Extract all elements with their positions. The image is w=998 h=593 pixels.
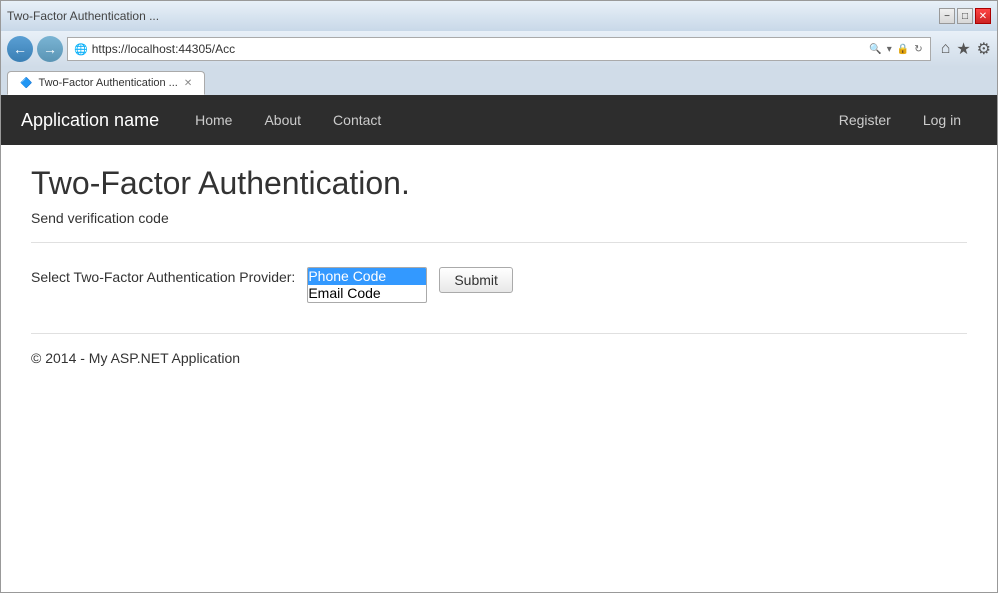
close-button[interactable]: ✕ xyxy=(975,8,991,24)
maximize-button[interactable]: □ xyxy=(957,8,973,24)
nav-contact[interactable]: Contact xyxy=(317,95,397,145)
nav-right: Register Log in xyxy=(823,95,977,145)
app-brand[interactable]: Application name xyxy=(21,110,159,131)
dropdown-icon[interactable]: ▾ xyxy=(886,43,893,56)
provider-option-email[interactable]: Email Code xyxy=(308,285,426,302)
home-button[interactable]: ⌂ xyxy=(941,40,951,58)
tab-close-button[interactable]: ✕ xyxy=(184,78,192,89)
nav-links: Home About Contact xyxy=(179,95,823,145)
refresh-icon[interactable]: ↻ xyxy=(913,43,923,56)
title-bar: Two-Factor Authentication ... − □ ✕ xyxy=(1,1,997,31)
tab-label: Two-Factor Authentication ... xyxy=(38,77,177,89)
divider-bottom xyxy=(31,333,967,334)
favorites-button[interactable]: ★ xyxy=(956,39,970,59)
provider-select[interactable]: Phone Code Email Code xyxy=(307,267,427,303)
page-title: Two-Factor Authentication. xyxy=(31,165,967,202)
address-bar[interactable]: 🌐 https://localhost:44305/Acc 🔍 ▾ 🔒 ↻ xyxy=(67,37,931,61)
page-subtitle: Send verification code xyxy=(31,210,967,226)
search-icon[interactable]: 🔍 xyxy=(868,43,882,56)
settings-button[interactable]: ⚙ xyxy=(977,39,991,59)
back-button[interactable]: ← xyxy=(7,36,33,62)
tab-favicon: 🔷 xyxy=(20,78,32,89)
main-content: Two-Factor Authentication. Send verifica… xyxy=(1,145,997,592)
page-content: Application name Home About Contact Regi… xyxy=(1,95,997,592)
minimize-button[interactable]: − xyxy=(939,8,955,24)
footer-text: © 2014 - My ASP.NET Application xyxy=(31,350,967,366)
submit-button[interactable]: Submit xyxy=(439,267,513,293)
nav-register[interactable]: Register xyxy=(823,95,907,145)
app-navbar: Application name Home About Contact Regi… xyxy=(1,95,997,145)
title-bar-text: Two-Factor Authentication ... xyxy=(7,9,159,23)
nav-home[interactable]: Home xyxy=(179,95,248,145)
lock-icon: 🔒 xyxy=(896,43,910,56)
nav-login[interactable]: Log in xyxy=(907,95,977,145)
divider-top xyxy=(31,242,967,243)
active-tab[interactable]: 🔷 Two-Factor Authentication ... ✕ xyxy=(7,71,205,95)
address-text: https://localhost:44305/Acc xyxy=(92,42,865,56)
browser-icon: 🌐 xyxy=(74,43,88,56)
provider-option-phone[interactable]: Phone Code xyxy=(308,268,426,285)
browser-toolbar: ← → 🌐 https://localhost:44305/Acc 🔍 ▾ 🔒 … xyxy=(1,31,997,67)
nav-about[interactable]: About xyxy=(248,95,317,145)
provider-form-row: Select Two-Factor Authentication Provide… xyxy=(31,267,967,303)
forward-button[interactable]: → xyxy=(37,36,63,62)
tab-bar: 🔷 Two-Factor Authentication ... ✕ xyxy=(1,67,997,95)
provider-label: Select Two-Factor Authentication Provide… xyxy=(31,267,295,285)
